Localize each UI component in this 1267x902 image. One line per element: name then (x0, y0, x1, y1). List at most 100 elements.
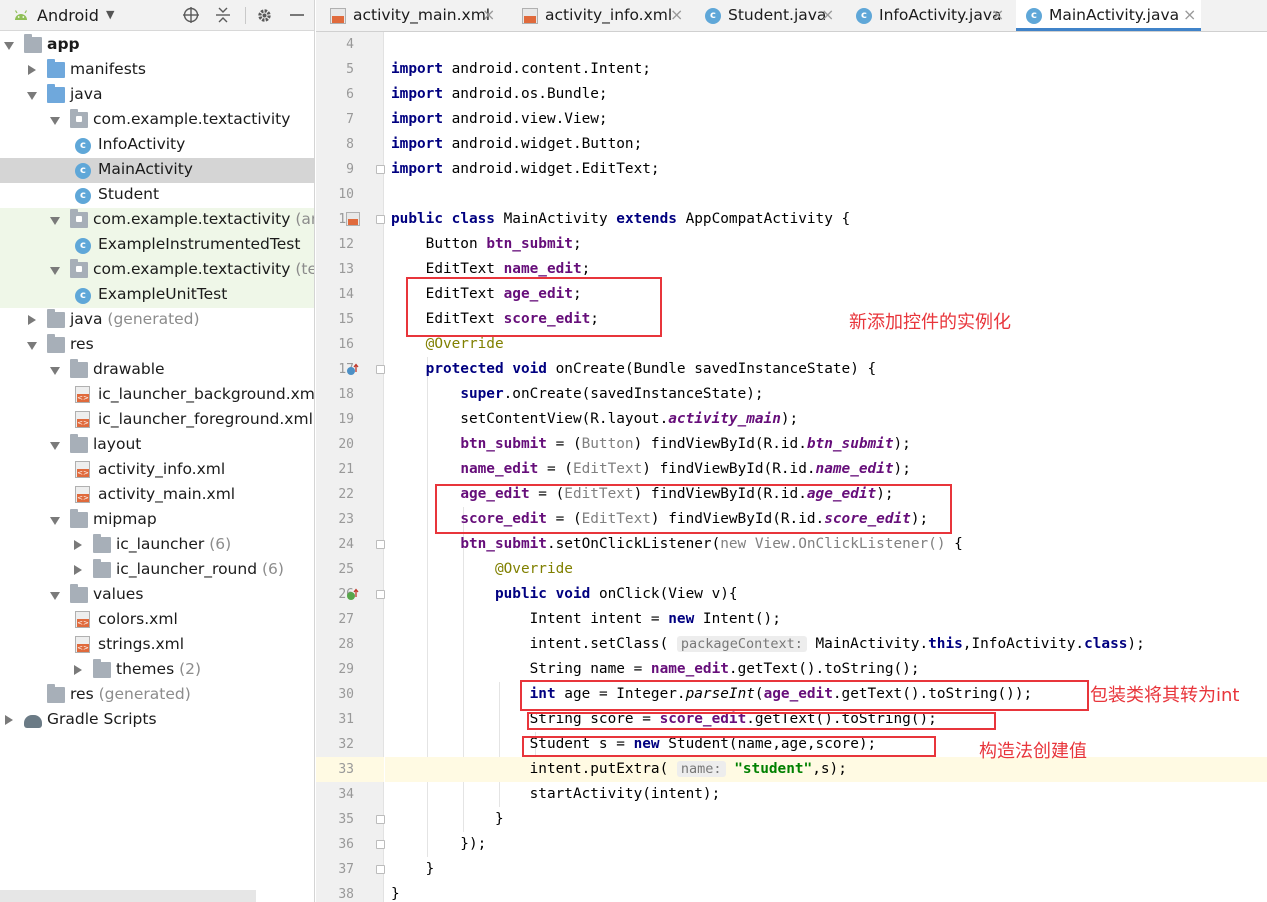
expand-arrow-right-icon[interactable] (74, 540, 82, 550)
code-line: btn_submit.setOnClickListener(new View.O… (460, 536, 963, 552)
tree-item-text: com.example.textactivity (93, 110, 291, 128)
fold-marker-icon[interactable] (376, 540, 385, 549)
minimize-icon[interactable] (287, 5, 307, 25)
expand-arrow-right-icon[interactable] (28, 65, 36, 75)
tree-item[interactable]: ic_launcher (6) (0, 533, 314, 558)
code-line: public class MainActivity extends AppCom… (391, 211, 851, 227)
tree-item-suffix: (6) (204, 535, 232, 553)
tree-item[interactable]: res (0, 333, 314, 358)
tree-item[interactable]: app (0, 33, 314, 58)
tree-item-text: layout (93, 435, 142, 453)
tree-item[interactable]: mipmap (0, 508, 314, 533)
editor-tab[interactable]: activity_info.xml × (512, 0, 688, 31)
tree-item[interactable]: themes (2) (0, 658, 314, 683)
tab-label: activity_info.xml (545, 6, 673, 24)
fold-marker-icon[interactable] (376, 815, 385, 824)
fold-marker-icon[interactable] (376, 865, 385, 874)
expand-arrow-down-icon[interactable] (50, 267, 60, 275)
code-line: import android.content.Intent; (391, 61, 651, 77)
close-icon[interactable]: × (1183, 5, 1196, 24)
tree-item-label: res (70, 335, 94, 353)
annotation-box-parseint (520, 680, 1089, 711)
tree-item[interactable]: com.example.textactivity (0, 108, 314, 133)
tree-item[interactable]: c MainActivity (0, 158, 314, 183)
tree-item-text: res (70, 685, 94, 703)
expand-arrow-down-icon[interactable] (4, 42, 14, 50)
tree-item[interactable]: strings.xml (0, 633, 314, 658)
code-editor[interactable]: import android.content.Intent; import and… (385, 32, 1267, 902)
close-icon[interactable]: × (991, 5, 1004, 24)
related-layout-icon[interactable] (346, 212, 360, 226)
fold-marker-icon[interactable] (376, 840, 385, 849)
expand-arrow-down-icon[interactable] (50, 117, 60, 125)
locate-target-icon[interactable] (181, 5, 201, 25)
override-method-icon[interactable] (346, 587, 360, 601)
tab-label: InfoActivity.java (879, 6, 1002, 24)
project-view-selector[interactable]: Android (37, 6, 99, 25)
tree-item[interactable]: activity_info.xml (0, 458, 314, 483)
close-icon[interactable]: × (482, 5, 495, 24)
editor-tab[interactable]: c Student.java × (695, 0, 839, 31)
tree-item-label: ic_launcher_round (6) (116, 560, 284, 578)
fold-marker-icon[interactable] (376, 365, 385, 374)
tree-item[interactable]: Gradle Scripts (0, 708, 314, 733)
tree-item[interactable]: colors.xml (0, 608, 314, 633)
close-icon[interactable]: × (670, 5, 683, 24)
gear-icon[interactable] (254, 5, 274, 25)
code-token-kw: extends (616, 211, 677, 227)
tree-item-label: mipmap (93, 510, 157, 528)
code-line: import android.widget.EditText; (391, 161, 660, 177)
tree-item[interactable]: activity_main.xml (0, 483, 314, 508)
fold-marker-icon[interactable] (376, 215, 385, 224)
expand-arrow-down-icon[interactable] (27, 92, 37, 100)
tree-item-text: app (47, 35, 80, 53)
line-number: 12 (338, 237, 354, 252)
expand-arrow-down-icon[interactable] (50, 442, 60, 450)
expand-arrow-down-icon[interactable] (27, 342, 37, 350)
annotation-note-fields: 新添加控件的实例化 (849, 312, 1011, 333)
tree-item[interactable]: layout (0, 433, 314, 458)
code-token-hint: name: (676, 761, 726, 777)
expand-arrow-right-icon[interactable] (28, 315, 36, 325)
expand-arrow-down-icon[interactable] (50, 517, 60, 525)
tree-item[interactable]: c ExampleUnitTest (0, 283, 314, 308)
editor-tab[interactable]: activity_main.xml × (320, 0, 500, 31)
folder-icon (47, 684, 65, 703)
tree-item[interactable]: c Student (0, 183, 314, 208)
tree-item[interactable]: values (0, 583, 314, 608)
editor-tab[interactable]: c MainActivity.java × (1016, 0, 1201, 31)
tree-item[interactable]: java (0, 83, 314, 108)
tree-item[interactable]: java (generated) (0, 308, 314, 333)
tree-item[interactable]: c ExampleInstrumentedTest (0, 233, 314, 258)
tree-item-text: com.example.textactivity (93, 260, 291, 278)
tree-item[interactable]: ic_launcher_round (6) (0, 558, 314, 583)
tree-item[interactable]: res (generated) (0, 683, 314, 708)
code-token-cast: new View.OnClickListener() (720, 536, 946, 552)
override-method-icon[interactable] (346, 362, 360, 376)
expand-arrow-down-icon[interactable] (50, 217, 60, 225)
expand-arrow-right-icon[interactable] (74, 565, 82, 575)
code-token-fld: name_edit (503, 261, 582, 277)
folder-icon (93, 559, 111, 578)
collapse-all-icon[interactable] (213, 5, 233, 25)
tree-item[interactable]: com.example.textactivity (and (0, 208, 314, 233)
expand-arrow-down-icon[interactable] (50, 592, 60, 600)
tree-item[interactable]: manifests (0, 58, 314, 83)
fold-marker-icon[interactable] (376, 590, 385, 599)
tree-item[interactable]: ic_launcher_background.xml (0, 383, 314, 408)
chevron-down-icon[interactable]: ▼ (106, 8, 114, 21)
tree-item[interactable]: c InfoActivity (0, 133, 314, 158)
editor-tab[interactable]: c InfoActivity.java × (846, 0, 1009, 31)
expand-arrow-right-icon[interactable] (5, 715, 13, 725)
tree-item-label: values (93, 585, 143, 603)
horizontal-scrollbar[interactable] (0, 890, 256, 902)
folder-icon (47, 59, 65, 78)
tree-item[interactable]: drawable (0, 358, 314, 383)
close-icon[interactable]: × (821, 5, 834, 24)
tree-item[interactable]: com.example.textactivity (test (0, 258, 314, 283)
tree-item[interactable]: ic_launcher_foreground.xml (0, 408, 314, 433)
fold-marker-icon[interactable] (376, 165, 385, 174)
expand-arrow-down-icon[interactable] (50, 367, 60, 375)
expand-arrow-right-icon[interactable] (74, 665, 82, 675)
tree-item-text: colors.xml (98, 610, 178, 628)
